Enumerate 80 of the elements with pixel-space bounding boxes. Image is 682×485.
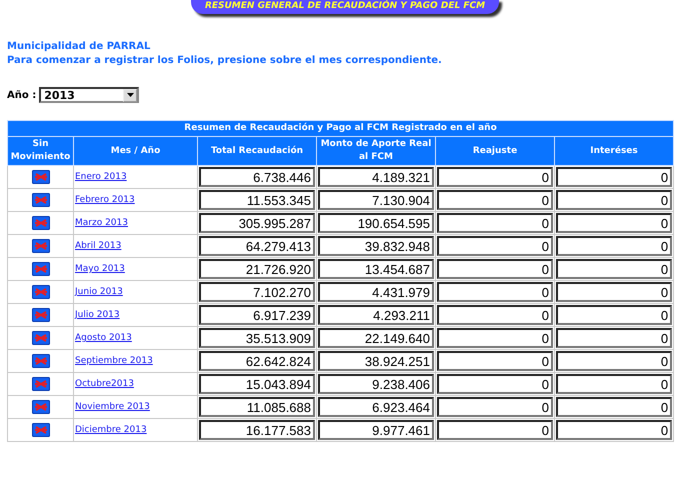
delete-icon[interactable] (32, 308, 50, 322)
input-field[interactable]: 35.513.909 (199, 328, 315, 348)
year-dropdown[interactable]: 2013 (39, 87, 140, 103)
input-field[interactable]: 0 (437, 167, 553, 187)
instruction-text: Para comenzar a registrar los Folios, presione sobre el mes correspondiente. (7, 54, 443, 68)
table-caption: Resumen de Recaudación y Pago al FCM Registrado en el año (8, 120, 674, 136)
input-field[interactable]: 0 (556, 374, 672, 394)
input-field[interactable]: 9.977.461 (318, 420, 434, 440)
input-field[interactable]: 0 (556, 259, 672, 279)
delete-icon[interactable] (32, 193, 50, 207)
input-field[interactable]: 4.431.979 (318, 282, 434, 302)
month-link[interactable]: Agosto 2013 (75, 333, 132, 343)
input-field[interactable]: 0 (556, 167, 672, 187)
delete-icon[interactable] (32, 239, 50, 253)
input-field[interactable]: 0 (437, 259, 553, 279)
input-field[interactable]: 22.149.640 (318, 328, 434, 348)
input-field[interactable]: 0 (437, 420, 553, 440)
input-field[interactable]: 9.238.406 (318, 374, 434, 394)
input-field[interactable]: 38.924.251 (318, 351, 434, 371)
input-field[interactable]: 6.923.464 (318, 397, 434, 417)
input-field[interactable]: 305.995.287 (199, 213, 315, 233)
input-field[interactable]: 0 (437, 351, 553, 371)
input-field[interactable]: 0 (556, 213, 672, 233)
input-field[interactable]: 0 (437, 305, 553, 325)
delete-icon[interactable] (32, 331, 50, 345)
input-field[interactable]: 0 (556, 236, 672, 256)
input-field[interactable]: 4.189.321 (318, 167, 434, 187)
input-field[interactable]: 0 (556, 305, 672, 325)
column-header: Total Recaudación (198, 136, 316, 166)
delete-icon[interactable] (32, 262, 50, 276)
column-header: Monto de Aporte Real al FCM (316, 136, 436, 166)
input-field[interactable]: 6.917.239 (199, 305, 315, 325)
input-field[interactable]: 0 (437, 190, 553, 210)
input-field[interactable]: 64.279.413 (199, 236, 315, 256)
input-field[interactable]: 6.738.446 (199, 167, 315, 187)
input-field[interactable]: 190.654.595 (318, 213, 434, 233)
month-link[interactable]: Julio 2013 (75, 310, 120, 320)
input-field[interactable]: 0 (556, 351, 672, 371)
municipality-name: Municipalidad de PARRAL (7, 40, 152, 54)
input-field[interactable]: 21.726.920 (199, 259, 315, 279)
page-banner: RESUMEN GENERAL DE RECAUDACIÓN Y PAGO DEL FCM (190, 0, 500, 14)
delete-icon[interactable] (32, 377, 50, 391)
input-field[interactable]: 0 (437, 282, 553, 302)
dropdown-arrow-icon (126, 93, 134, 97)
input-field[interactable]: 4.293.211 (318, 305, 434, 325)
input-field[interactable]: 7.102.270 (199, 282, 315, 302)
delete-icon[interactable] (32, 423, 50, 437)
input-field[interactable]: 0 (437, 236, 553, 256)
month-link[interactable]: Junio 2013 (75, 287, 123, 297)
month-link[interactable]: Marzo 2013 (75, 218, 128, 228)
input-field[interactable]: 0 (437, 397, 553, 417)
delete-icon[interactable] (32, 285, 50, 299)
column-header: Mes / Año (74, 136, 198, 166)
input-field[interactable]: 0 (556, 420, 672, 440)
delete-icon[interactable] (32, 354, 50, 368)
input-field[interactable]: 0 (437, 213, 553, 233)
input-field[interactable]: 62.642.824 (199, 351, 315, 371)
year-label: Año : (7, 90, 36, 100)
input-field[interactable]: 0 (437, 328, 553, 348)
column-header: Interéses (554, 136, 674, 166)
month-link[interactable]: Mayo 2013 (75, 264, 125, 274)
month-link[interactable]: Abril 2013 (75, 241, 122, 251)
input-field[interactable]: 0 (556, 328, 672, 348)
month-link[interactable]: Enero 2013 (75, 172, 127, 182)
delete-icon[interactable] (32, 400, 50, 414)
input-field[interactable]: 11.553.345 (199, 190, 315, 210)
input-field[interactable]: 0 (556, 397, 672, 417)
input-field[interactable]: 15.043.894 (199, 374, 315, 394)
input-field[interactable]: 7.130.904 (318, 190, 434, 210)
input-field[interactable]: 39.832.948 (318, 236, 434, 256)
input-field[interactable]: 0 (437, 374, 553, 394)
input-field[interactable]: 11.085.688 (199, 397, 315, 417)
delete-icon[interactable] (32, 170, 50, 184)
delete-icon[interactable] (32, 216, 50, 230)
column-header: Sin Movimiento (8, 136, 74, 166)
column-header: Reajuste (436, 136, 554, 166)
input-field[interactable]: 0 (556, 190, 672, 210)
input-field[interactable]: 16.177.583 (199, 420, 315, 440)
input-field[interactable]: 13.454.687 (318, 259, 434, 279)
input-field[interactable]: 0 (556, 282, 672, 302)
